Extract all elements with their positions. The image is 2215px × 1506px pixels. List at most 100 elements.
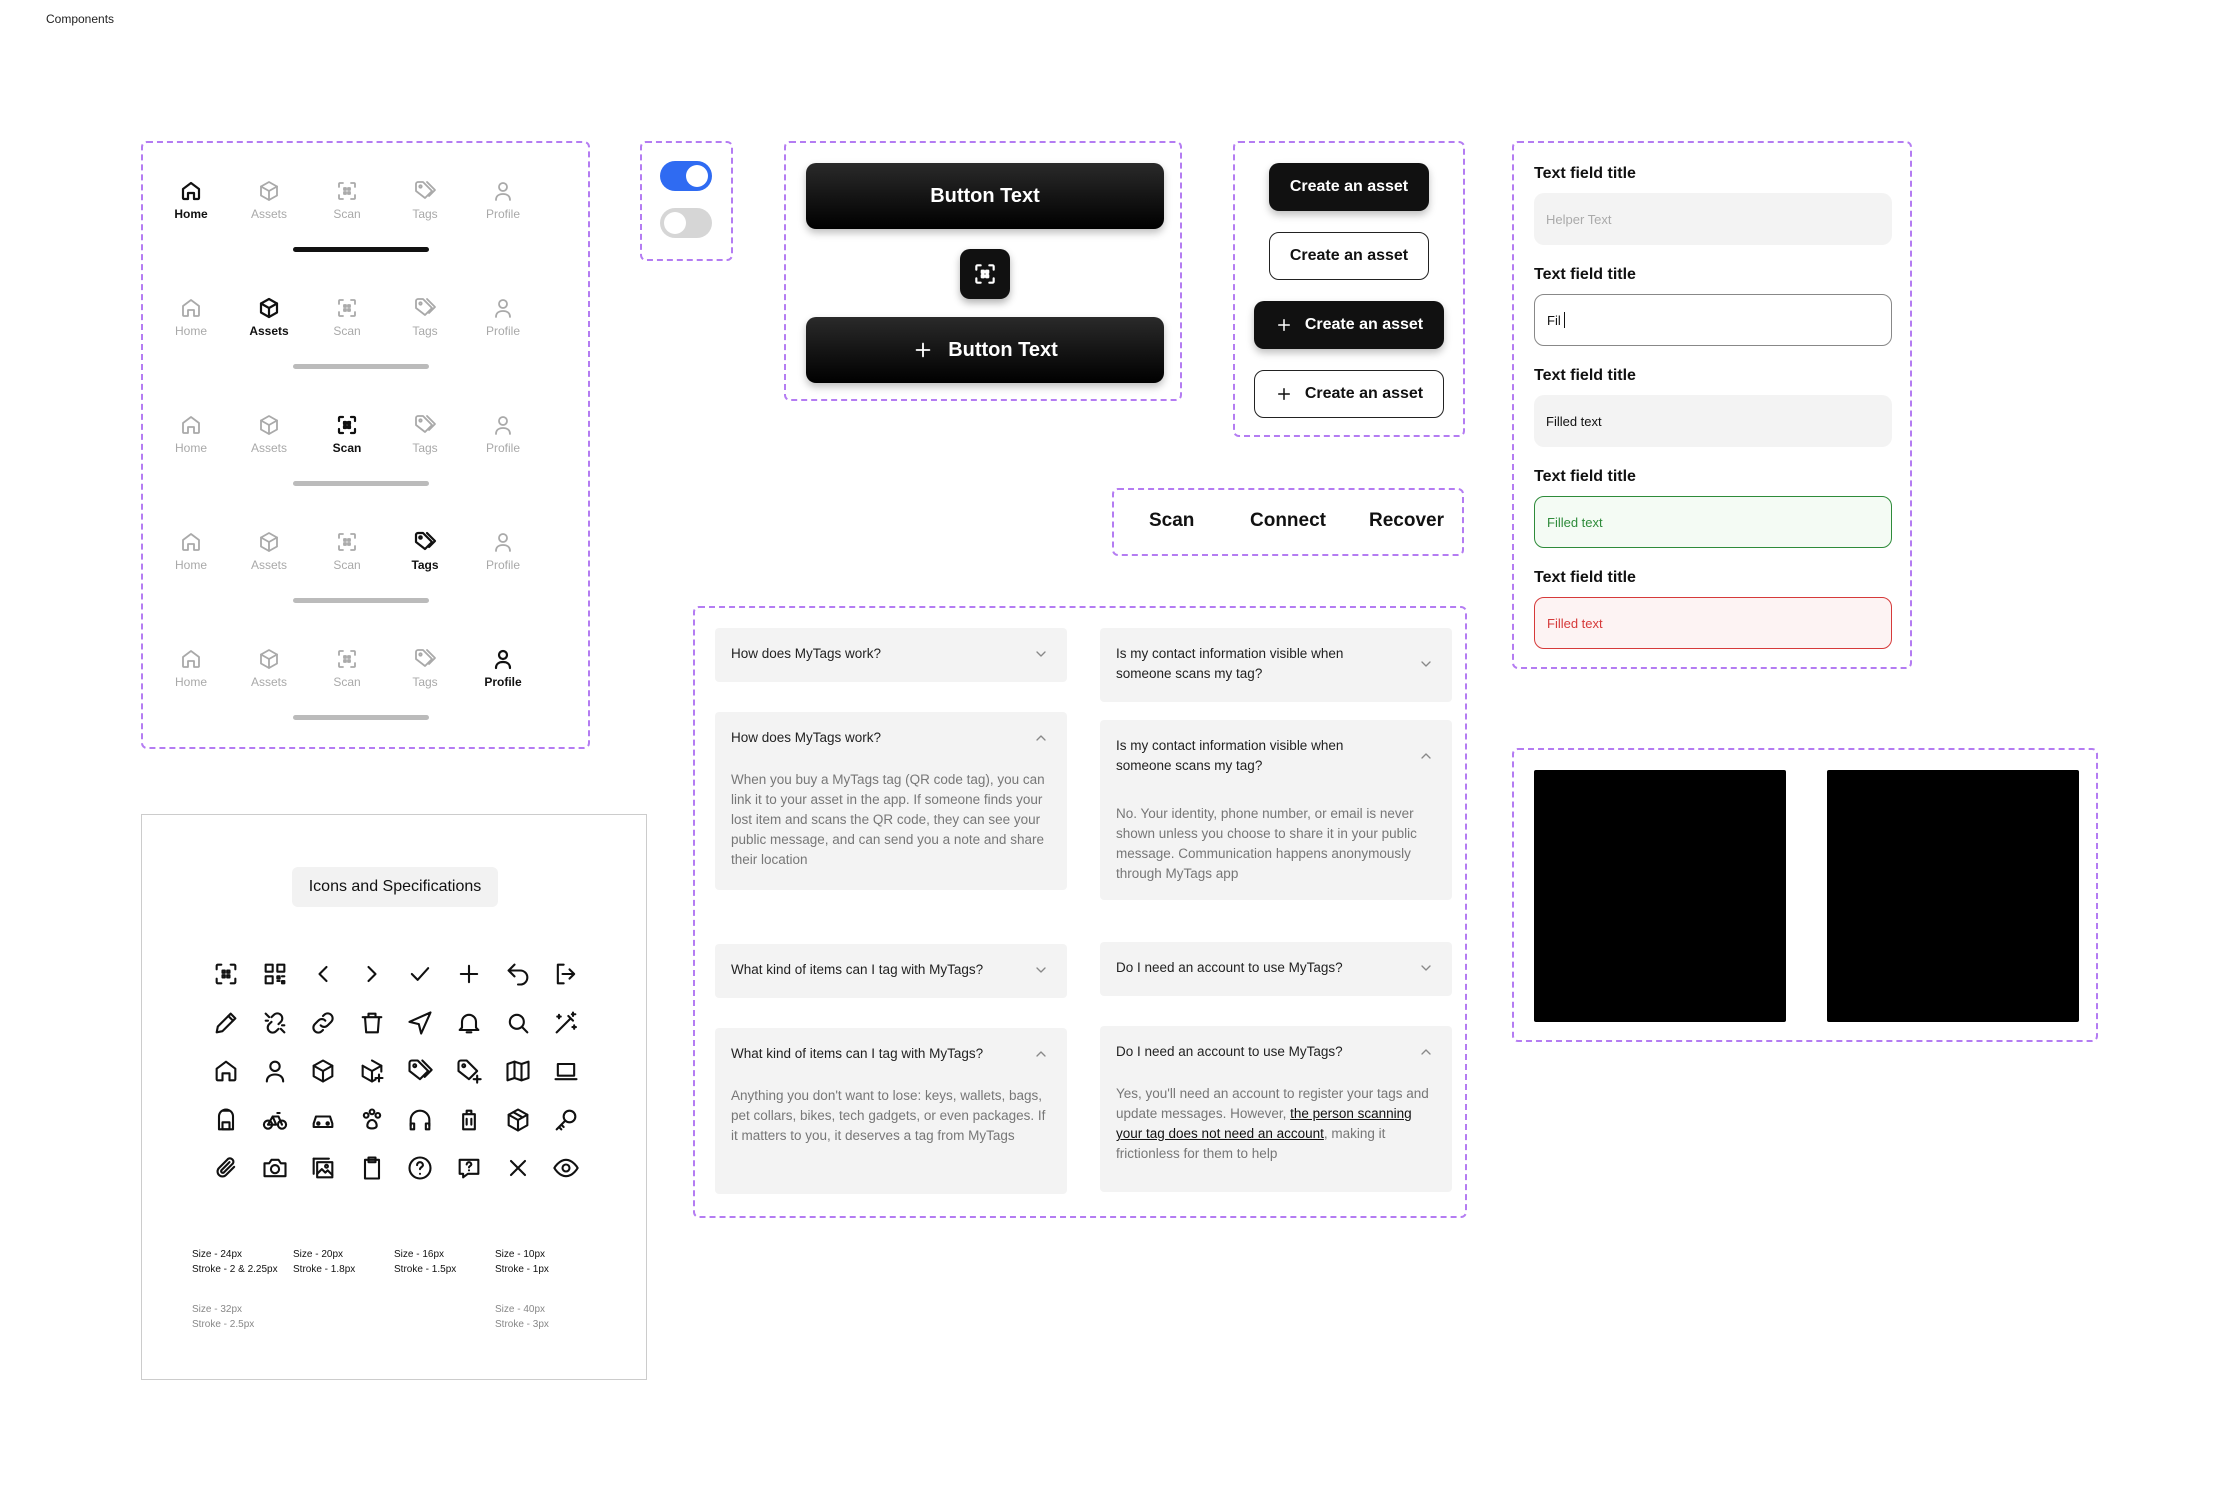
plus-icon (912, 339, 934, 361)
text-field-value: Helper Text (1546, 211, 1612, 227)
text-field-value: Filled text (1547, 615, 1603, 631)
tag-icon (395, 647, 455, 671)
nav-item-profile[interactable]: Profile (473, 413, 533, 455)
nav-item-scan[interactable]: Scan (317, 179, 377, 221)
nav-item-assets[interactable]: Assets (239, 647, 299, 689)
scan-icon (317, 647, 377, 671)
camera-icon (261, 1154, 291, 1184)
nav-item-assets[interactable]: Assets (239, 530, 299, 572)
nav-item-label: Profile (485, 558, 520, 572)
text-field-focused[interactable]: Fil (1534, 294, 1892, 346)
nav-item-tags[interactable]: Tags (395, 413, 455, 455)
toggle-off[interactable] (660, 208, 712, 238)
home-icon (161, 296, 221, 320)
faq-item-collapsed[interactable]: What kind of items can I tag with MyTags… (715, 944, 1067, 998)
nav-item-label: Scan (333, 675, 361, 689)
nav-item-tags[interactable]: Tags (395, 647, 455, 689)
nav-bar-variants: Home Assets Scan Tags Profile Home Assets Scan T… (141, 141, 590, 749)
nav-item-scan[interactable]: Scan (317, 296, 377, 338)
faq-item-collapsed[interactable]: Do I need an account to use MyTags? (1100, 942, 1452, 996)
nav-item-home[interactable]: Home (161, 530, 221, 572)
message-question-icon (455, 1154, 485, 1184)
create-asset-button-dark[interactable]: Create an asset (1269, 163, 1429, 211)
home-indicator (293, 481, 429, 486)
nav-item-profile[interactable]: Profile (473, 296, 533, 338)
nav-item-home[interactable]: Home (161, 296, 221, 338)
home-icon (161, 530, 221, 554)
nav-item-scan[interactable]: Scan (317, 647, 377, 689)
package-icon (504, 1106, 534, 1136)
text-field-error[interactable]: Filled text (1534, 597, 1892, 649)
create-asset-button-outline[interactable]: Create an asset (1269, 232, 1429, 280)
nav-item-tags[interactable]: Tags (395, 179, 455, 221)
nav-item-label: Home (174, 207, 208, 221)
faq-item-expanded[interactable]: Do I need an account to use MyTags? Yes,… (1100, 1026, 1452, 1192)
nav-item-assets[interactable]: Assets (239, 179, 299, 221)
spec-stroke: Stroke - 1px (495, 1264, 549, 1275)
text-field-title: Text field title (1534, 569, 1636, 586)
tab-recover[interactable]: Recover (1369, 510, 1444, 532)
tab-scan[interactable]: Scan (1149, 510, 1194, 532)
text-field-value: Fil (1547, 312, 1561, 328)
image-placeholder (1534, 770, 1786, 1022)
box-add-icon (358, 1057, 388, 1087)
nav-item-home[interactable]: Home (161, 413, 221, 455)
key-icon (552, 1106, 582, 1136)
text-field-filled[interactable]: Filled text (1534, 395, 1892, 447)
scan-icon (972, 261, 998, 287)
nav-item-label: Tags (412, 324, 438, 338)
faq-item-expanded[interactable]: Is my contact information visible when s… (1100, 720, 1452, 900)
nav-item-scan[interactable]: Scan (317, 413, 377, 455)
box-icon (239, 530, 299, 554)
home-indicator (293, 598, 429, 603)
nav-item-tags[interactable]: Tags (395, 530, 455, 572)
text-field-value: Filled text (1546, 413, 1602, 429)
text-field-placeholder[interactable]: Helper Text (1534, 193, 1892, 245)
faq-item-expanded[interactable]: What kind of items can I tag with MyTags… (715, 1028, 1067, 1194)
plus-icon (1275, 385, 1293, 403)
nav-item-label: Profile (485, 324, 520, 338)
faq-item-collapsed[interactable]: How does MyTags work? (715, 628, 1067, 682)
text-field-title: Text field title (1534, 367, 1636, 384)
nav-item-assets[interactable]: Assets (239, 413, 299, 455)
faq-question: Do I need an account to use MyTags? (1116, 1044, 1343, 1059)
tab-connect[interactable]: Connect (1250, 510, 1326, 532)
tag-icon (395, 413, 455, 437)
trash-icon (358, 1009, 388, 1039)
primary-button[interactable]: Button Text (806, 163, 1164, 229)
user-icon (261, 1057, 291, 1087)
create-asset-button-dark-icon[interactable]: Create an asset (1254, 301, 1444, 349)
nav-item-home[interactable]: Home (161, 179, 221, 221)
nav-item-label: Assets (250, 675, 287, 689)
spec-stroke: Stroke - 2.5px (192, 1319, 255, 1330)
create-asset-label: Create an asset (1304, 385, 1424, 402)
user-icon (473, 296, 533, 320)
faq-question: What kind of items can I tag with MyTags… (731, 962, 984, 977)
nav-item-profile[interactable]: Profile (473, 530, 533, 572)
text-field-success[interactable]: Filled text (1534, 496, 1892, 548)
pencil-icon (212, 1009, 242, 1039)
spec-32: Size - 32px Stroke - 2.5px (192, 1302, 254, 1332)
faq-item-collapsed[interactable]: Is my contact information visible when s… (1100, 628, 1452, 702)
nav-item-assets[interactable]: Assets (239, 296, 299, 338)
nav-item-tags[interactable]: Tags (395, 296, 455, 338)
nav-item-label: Profile (484, 675, 522, 689)
scan-icon-button[interactable] (960, 249, 1010, 299)
search-icon (504, 1009, 534, 1039)
nav-item-scan[interactable]: Scan (317, 530, 377, 572)
nav-item-label: Home (174, 324, 207, 338)
home-indicator (293, 247, 429, 252)
create-asset-button-outline-icon[interactable]: Create an asset (1254, 370, 1444, 418)
nav-item-profile[interactable]: Profile (473, 647, 533, 689)
toggle-on[interactable] (660, 161, 712, 191)
nav-item-label: Scan (333, 207, 361, 221)
user-icon (473, 530, 533, 554)
faq-item-expanded[interactable]: How does MyTags work? When you buy a MyT… (715, 712, 1067, 890)
car-icon (309, 1106, 339, 1136)
nav-item-profile[interactable]: Profile (473, 179, 533, 221)
nav-item-home[interactable]: Home (161, 647, 221, 689)
nav-item-label: Home (174, 558, 207, 572)
faq-question: What kind of items can I tag with MyTags… (731, 1046, 984, 1061)
primary-button-with-icon[interactable]: Button Text (806, 317, 1164, 383)
home-icon (212, 1057, 242, 1087)
